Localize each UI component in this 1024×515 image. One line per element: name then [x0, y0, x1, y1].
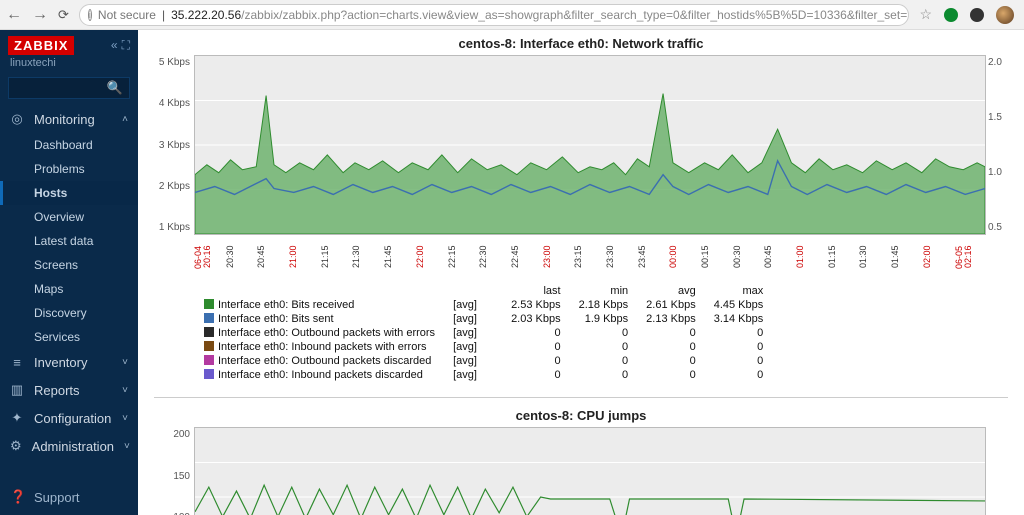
url-host: 35.222.20.56: [171, 8, 241, 22]
chevron-icon: ˅: [122, 413, 128, 424]
nav-icon: ✦: [10, 410, 24, 426]
main-content: centos-8: Interface eth0: Network traffi…: [138, 30, 1024, 515]
nav-item-discovery[interactable]: Discovery: [0, 301, 138, 325]
browser-toolbar: ← → ⟳ i Not secure | 35.222.20.56/zabbix…: [0, 0, 1024, 30]
plot-area[interactable]: [194, 55, 986, 235]
chevron-icon: ˅: [122, 357, 128, 368]
not-secure-label: Not secure: [98, 8, 156, 22]
y-axis-right: [986, 427, 1008, 515]
address-bar[interactable]: i Not secure | 35.222.20.56/zabbix/zabbi…: [79, 4, 910, 26]
sidebar-search[interactable]: 🔍: [8, 77, 130, 99]
nav-item-problems[interactable]: Problems: [0, 157, 138, 181]
profile-avatar[interactable]: [996, 6, 1014, 24]
nav-item-maps[interactable]: Maps: [0, 277, 138, 301]
support-label: Support: [34, 490, 80, 505]
nav-icon: ◎: [10, 111, 24, 127]
nav-item-dashboard[interactable]: Dashboard: [0, 133, 138, 157]
chart-cpu-jumps: centos-8: CPU jumps 20015010050: [154, 408, 1008, 515]
nav-icon: ▥: [10, 382, 24, 398]
extension-icon-2[interactable]: [970, 8, 984, 22]
y-axis-left: 5 Kbps4 Kbps3 Kbps2 Kbps1 Kbps: [154, 55, 194, 235]
nav-section-monitoring[interactable]: ◎Monitoring˄: [0, 105, 138, 133]
chevron-icon: ˅: [122, 385, 128, 396]
fullscreen-icon[interactable]: ⛶: [122, 38, 130, 53]
nav-icon: ⚙: [10, 438, 22, 454]
search-icon: 🔍: [107, 80, 123, 96]
x-axis: 06-04 20:1620:3020:4521:0021:1521:3021:4…: [194, 235, 986, 279]
chevron-icon: ˄: [122, 114, 128, 125]
support-link[interactable]: ❓ Support: [0, 479, 138, 515]
nav-section-inventory[interactable]: ≡Inventory˅: [0, 349, 138, 376]
tenant-label: linuxtechi: [0, 57, 138, 75]
chart-title: centos-8: CPU jumps: [154, 408, 1008, 423]
sidebar: ZABBIX « ⛶ linuxtechi 🔍 ◎Monitoring˄Dash…: [0, 30, 138, 515]
nav-section-configuration[interactable]: ✦Configuration˅: [0, 404, 138, 432]
nav-item-services[interactable]: Services: [0, 325, 138, 349]
back-button[interactable]: ←: [6, 6, 22, 24]
nav-section-administration[interactable]: ⚙Administration˅: [0, 432, 138, 460]
logo[interactable]: ZABBIX: [8, 36, 74, 55]
collapse-sidebar-icon[interactable]: «: [111, 38, 118, 53]
y-axis-left: 20015010050: [154, 427, 194, 515]
url-path: /zabbix/zabbix.php?action=charts.view&vi…: [241, 8, 909, 22]
chevron-icon: ˅: [124, 441, 130, 452]
extension-icon-1[interactable]: [944, 8, 958, 22]
chart-network-traffic: centos-8: Interface eth0: Network traffi…: [154, 36, 1008, 383]
nav-section-reports[interactable]: ▥Reports˅: [0, 376, 138, 404]
nav-item-overview[interactable]: Overview: [0, 205, 138, 229]
reload-button[interactable]: ⟳: [58, 7, 69, 23]
nav-icon: ≡: [10, 355, 24, 370]
support-icon: ❓: [10, 489, 24, 505]
chart-separator: [154, 397, 1008, 398]
forward-button[interactable]: →: [32, 6, 48, 24]
plot-area[interactable]: [194, 427, 986, 515]
legend-table: lastminavgmaxInterface eth0: Bits receiv…: [194, 283, 773, 383]
y-axis-right: 2.01.51.00.5: [986, 55, 1008, 235]
nav-item-hosts[interactable]: Hosts: [0, 181, 138, 205]
nav-item-latest-data[interactable]: Latest data: [0, 229, 138, 253]
nav-item-screens[interactable]: Screens: [0, 253, 138, 277]
site-info-icon[interactable]: i: [88, 9, 92, 21]
chart-title: centos-8: Interface eth0: Network traffi…: [154, 36, 1008, 51]
bookmark-icon[interactable]: ☆: [919, 6, 932, 23]
